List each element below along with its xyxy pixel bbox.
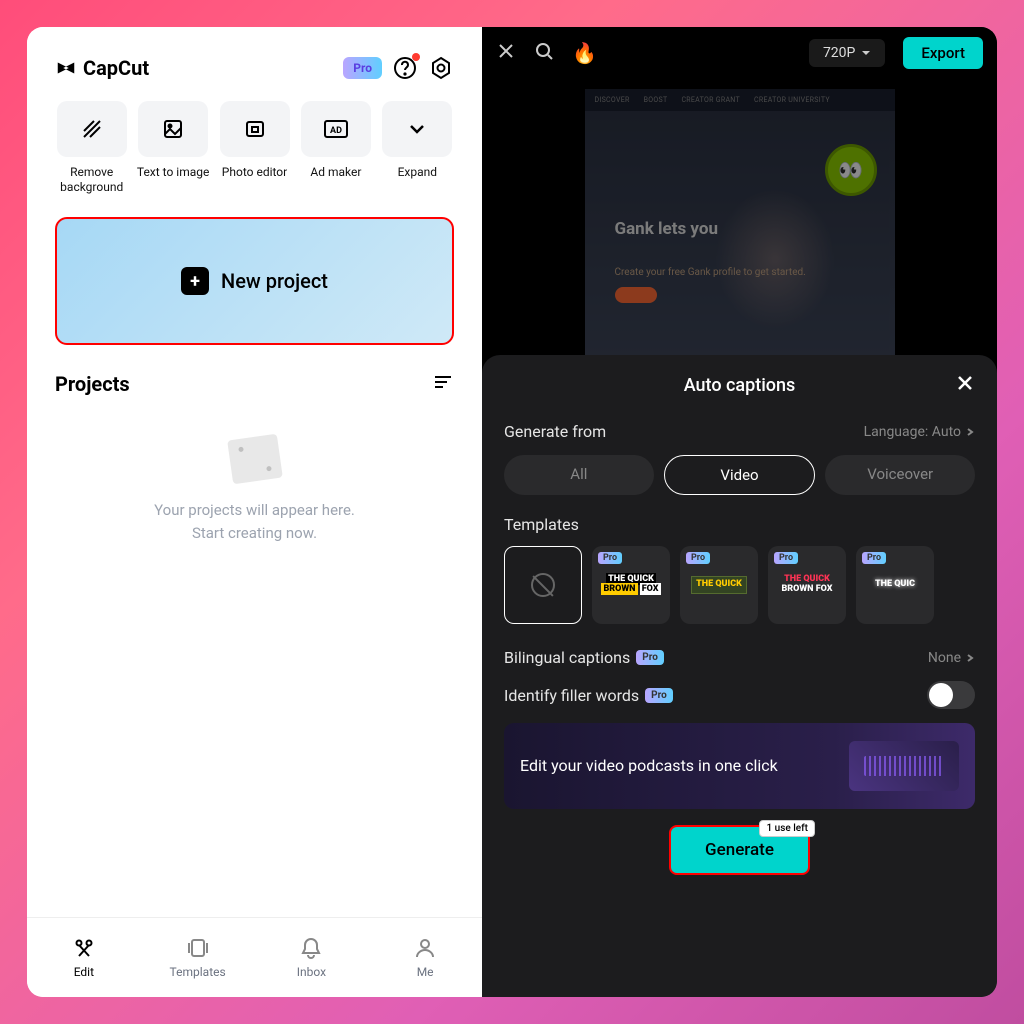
template-3[interactable]: ProTHE QUICKBROWN FOX: [768, 546, 846, 624]
flame-icon[interactable]: 🔥: [572, 41, 597, 65]
waveform-icon: [849, 741, 959, 791]
tool-photo-editor[interactable]: Photo editor: [218, 101, 291, 195]
empty-text-1: Your projects will appear here.: [154, 499, 355, 522]
plus-icon: +: [181, 267, 209, 295]
promo-card[interactable]: Edit your video podcasts in one click: [504, 723, 975, 809]
film-icon: [227, 434, 283, 485]
nav-edit[interactable]: Edit: [27, 918, 141, 997]
generate-button[interactable]: Generate 1 use left: [669, 825, 810, 875]
projects-title: Projects: [55, 372, 130, 396]
capcut-icon: [55, 57, 77, 79]
preview-cta: [615, 287, 657, 303]
help-icon[interactable]: [392, 55, 418, 81]
pro-badge: Pro: [636, 650, 664, 665]
bottom-nav: Edit Templates Inbox Me: [27, 917, 482, 997]
app-logo: CapCut: [55, 56, 149, 80]
bilingual-row[interactable]: Bilingual captions Pro None: [504, 648, 975, 667]
filler-words-row: Identify filler words Pro: [504, 681, 975, 709]
svg-text:AD: AD: [330, 126, 342, 136]
settings-icon[interactable]: [428, 55, 454, 81]
home-header: CapCut Pro: [27, 55, 482, 81]
source-segment: All Video Voiceover: [504, 455, 975, 495]
templates-row: ProTHE QUICKBROWN FOX ProTHE QUICK ProTH…: [504, 546, 975, 624]
search-icon[interactable]: [534, 41, 554, 65]
tool-ad-maker[interactable]: AD Ad maker: [299, 101, 372, 195]
auto-captions-panel: Auto captions Generate from Language: Au…: [482, 355, 997, 997]
close-icon[interactable]: [496, 41, 516, 65]
home-panel: CapCut Pro Remove background Text to: [27, 27, 482, 997]
pro-badge[interactable]: Pro: [343, 57, 382, 79]
video-preview[interactable]: DISCOVER BOOST CREATOR GRANT CREATOR UNI…: [482, 79, 997, 379]
preview-subtext: Create your free Gank profile to get sta…: [615, 267, 806, 278]
tool-expand[interactable]: Expand: [381, 101, 454, 195]
tool-remove-background[interactable]: Remove background: [55, 101, 128, 195]
preview-heading: Gank lets you: [615, 219, 718, 239]
editor-panel: 🔥 720P Export DISCOVER BOOST CREATOR GRA…: [482, 27, 997, 997]
panel-title: Auto captions: [684, 375, 796, 396]
export-button[interactable]: Export: [903, 37, 983, 69]
notification-dot: [412, 53, 420, 61]
app-name: CapCut: [83, 56, 149, 80]
nav-inbox[interactable]: Inbox: [255, 918, 369, 997]
seg-all[interactable]: All: [504, 455, 654, 495]
template-2[interactable]: ProTHE QUICK: [680, 546, 758, 624]
filler-toggle[interactable]: [927, 681, 975, 709]
close-icon[interactable]: [955, 373, 975, 398]
seg-voiceover[interactable]: Voiceover: [825, 455, 975, 495]
sort-icon[interactable]: [432, 371, 454, 397]
nav-templates[interactable]: Templates: [141, 918, 255, 997]
templates-label: Templates: [504, 515, 975, 534]
quality-select[interactable]: 720P: [809, 39, 885, 67]
tool-text-to-image[interactable]: Text to image: [136, 101, 209, 195]
editor-top-bar: 🔥 720P Export: [482, 27, 997, 79]
projects-empty-state: Your projects will appear here. Start cr…: [27, 397, 482, 917]
sticker-icon: [825, 144, 877, 196]
nav-me[interactable]: Me: [368, 918, 482, 997]
template-none[interactable]: [504, 546, 582, 624]
empty-text-2: Start creating now.: [154, 522, 355, 545]
tool-row: Remove background Text to image Photo ed…: [27, 101, 482, 195]
seg-video[interactable]: Video: [664, 455, 816, 495]
none-icon: [531, 573, 555, 597]
language-select[interactable]: Language: Auto: [864, 424, 975, 440]
generate-from-label: Generate from: [504, 422, 606, 441]
template-4[interactable]: ProTHE QUIC: [856, 546, 934, 624]
pro-badge: Pro: [645, 688, 673, 703]
uses-left-badge: 1 use left: [759, 820, 814, 837]
new-project-button[interactable]: + New project: [55, 217, 454, 345]
new-project-label: New project: [221, 269, 328, 293]
template-1[interactable]: ProTHE QUICKBROWN FOX: [592, 546, 670, 624]
